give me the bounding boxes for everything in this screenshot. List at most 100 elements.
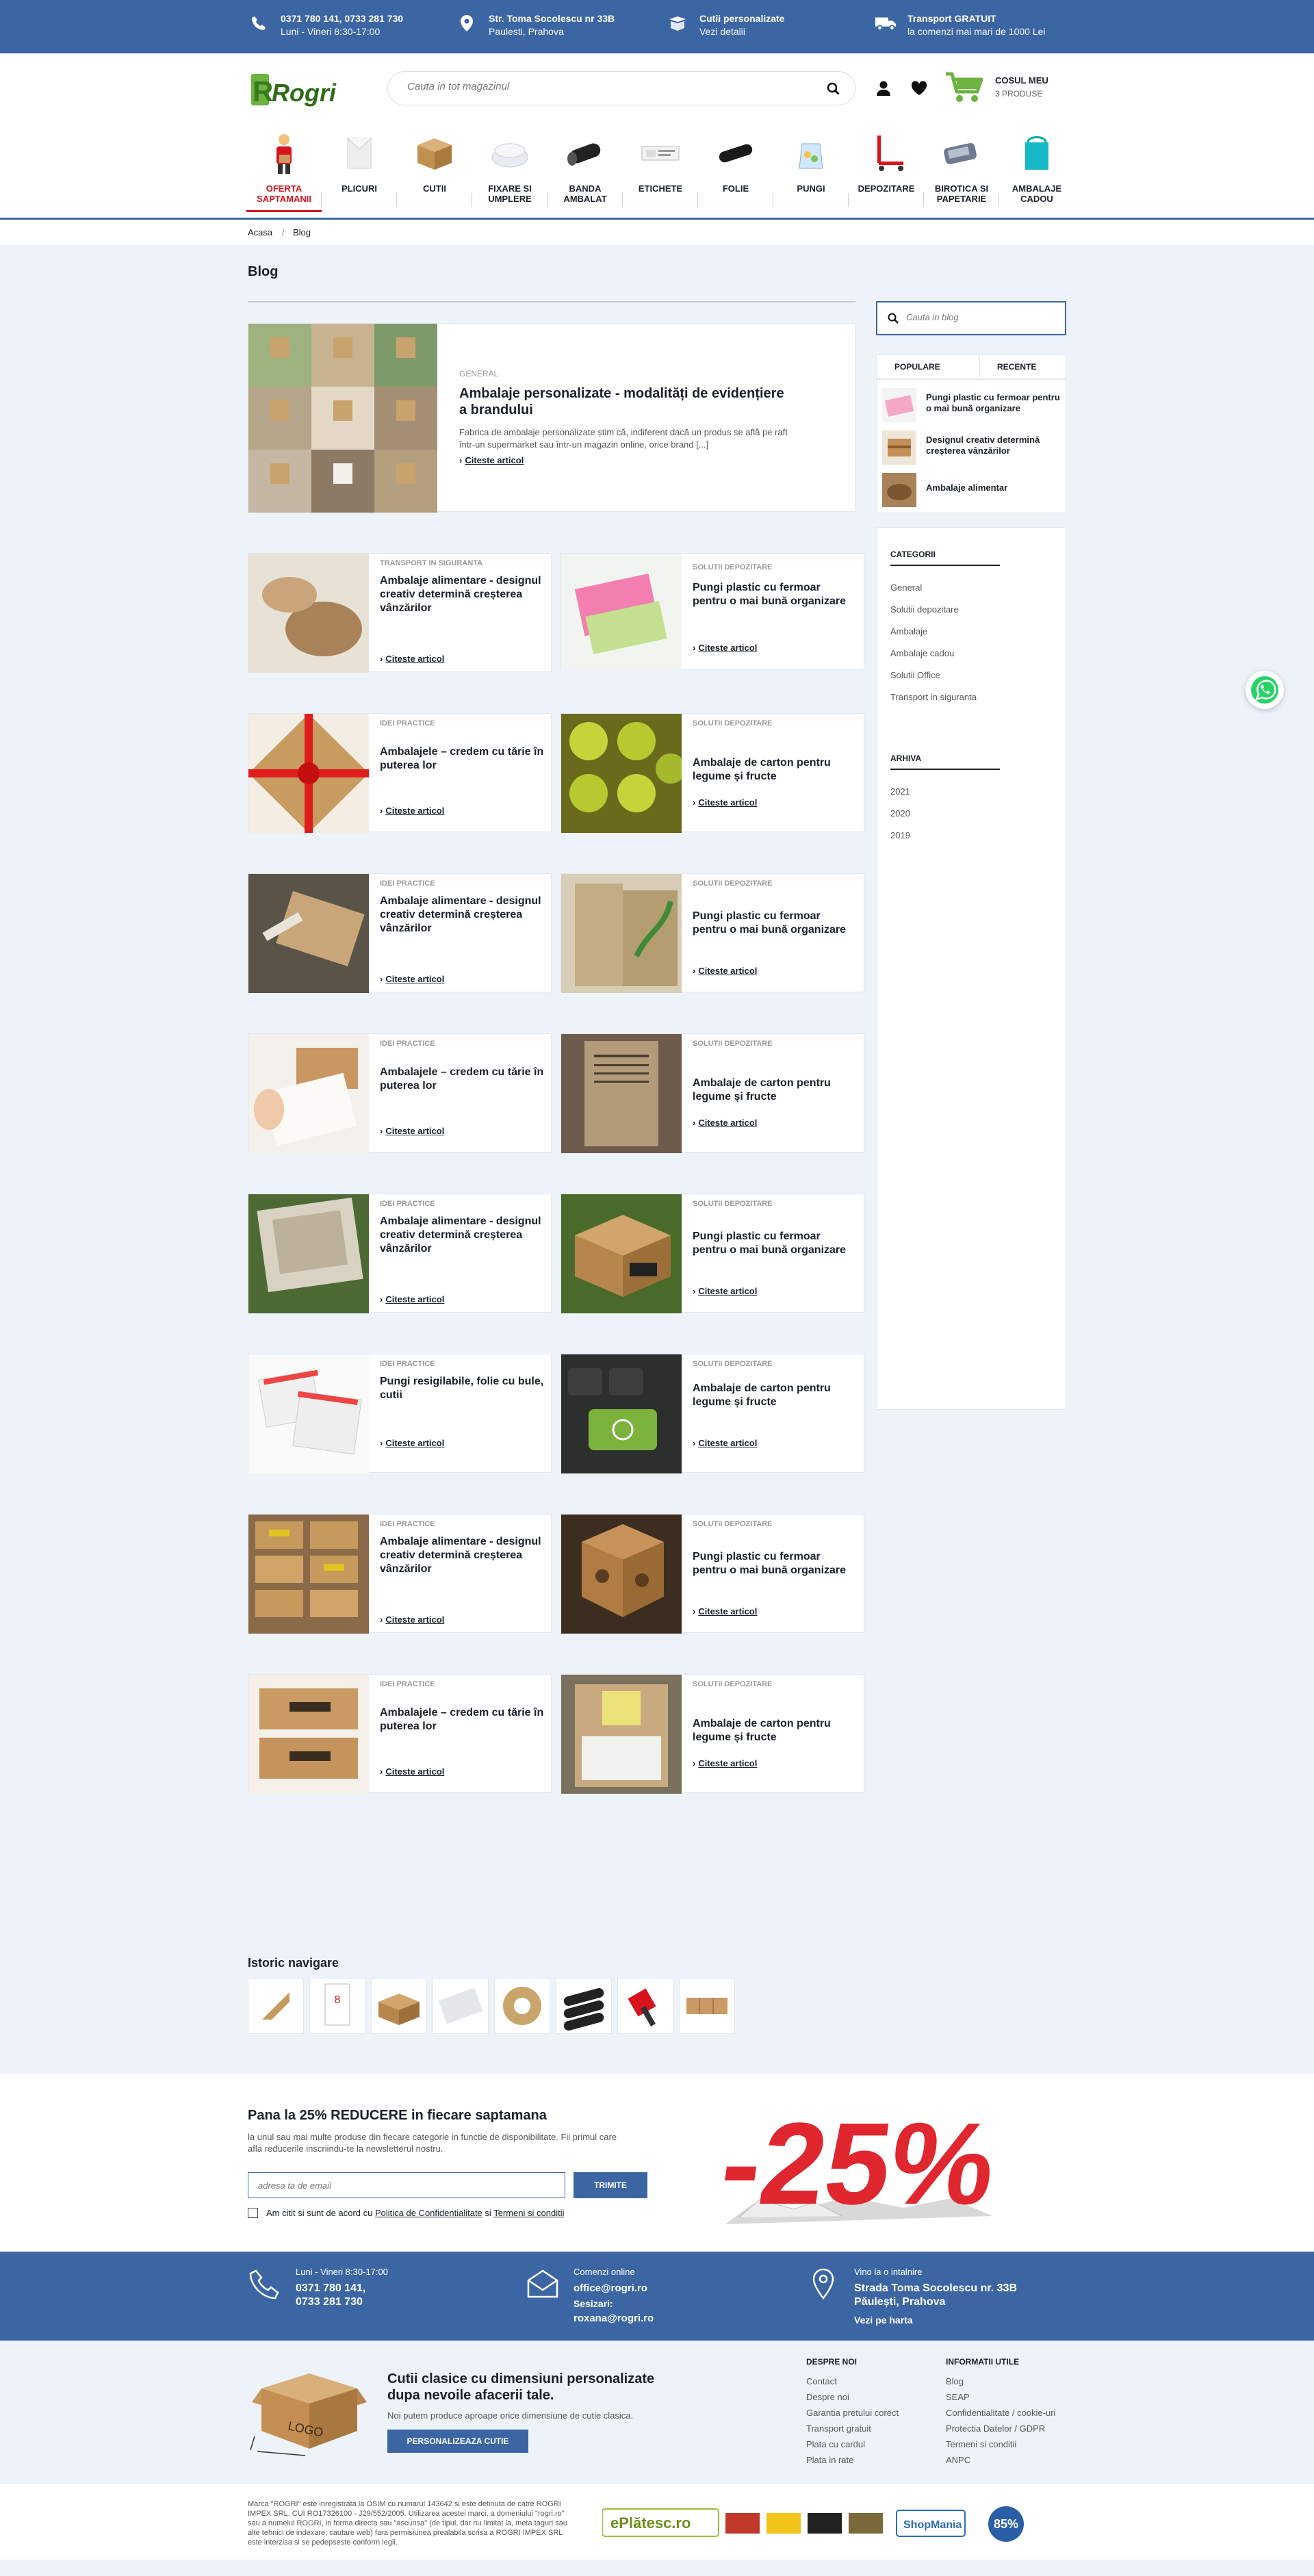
customize-box-button[interactable]: PERSONALIZEAZA CUTIE [387, 2430, 528, 2453]
category-cutii[interactable]: CUTII [397, 130, 472, 212]
category-ambalaje-cadou[interactable]: AMBALAJE CADOU [999, 130, 1074, 212]
read-more-link[interactable]: Citeste articol [693, 797, 757, 808]
article-title[interactable]: Pungi plastic cu fermoar pentru o mai bu… [693, 910, 857, 937]
article-title[interactable]: Ambalajele – credem cu tărie în puterea … [380, 1706, 544, 1734]
footer-link[interactable]: Confidentialitate / cookie-uri [946, 2405, 1055, 2421]
article-category[interactable]: SOLUTII DEPOZITARE [693, 879, 773, 888]
orders-email[interactable]: office@rogri.ro [574, 2282, 647, 2295]
search-input[interactable] [407, 81, 790, 92]
category-link[interactable]: Solutii depozitare [890, 604, 959, 615]
complaints-email[interactable]: roxana@rogri.ro [574, 2312, 654, 2326]
article-image[interactable] [561, 1515, 682, 1634]
read-more-link[interactable]: Citeste articol [693, 1118, 757, 1128]
article-image[interactable] [248, 1034, 369, 1153]
popular-post[interactable]: Designul creativ determină creșterea vân… [882, 429, 1061, 465]
terms-link[interactable]: Termeni si conditii [493, 2208, 564, 2218]
history-item[interactable] [371, 1978, 427, 2034]
article-card[interactable]: IDEI PRACTICE Pungi resigilabile, folie … [248, 1354, 552, 1473]
article-category[interactable]: IDEI PRACTICE [380, 719, 435, 727]
article-card[interactable]: IDEI PRACTICE Ambalajele – credem cu tăr… [248, 713, 552, 833]
contact-phone-1[interactable]: 0371 780 141, [296, 2282, 365, 2295]
article-category[interactable]: IDEI PRACTICE [380, 1360, 435, 1368]
footer-link[interactable]: Blog [946, 2373, 1055, 2389]
tab-recente[interactable]: RECENTE [997, 362, 1036, 372]
article-category[interactable]: TRANSPORT IN SIGURANTA [380, 559, 482, 567]
read-more-link[interactable]: Citeste articol [380, 1614, 444, 1625]
account-icon[interactable] [873, 78, 894, 99]
archive-link[interactable]: 2019 [890, 830, 910, 840]
popular-post[interactable]: Ambalaje alimentar [882, 472, 1061, 507]
breadcrumb-home[interactable]: Acasa [248, 227, 272, 237]
footer-link[interactable]: Plata in rate [806, 2452, 899, 2468]
history-item[interactable] [617, 1978, 673, 2034]
history-item[interactable] [494, 1978, 550, 2034]
footer-link[interactable]: Transport gratuit [806, 2421, 899, 2436]
article-title[interactable]: Ambalaje alimentare - designul creativ d… [380, 894, 544, 936]
article-title[interactable]: Pungi plastic cu fermoar pentru o mai bu… [693, 1230, 857, 1257]
wishlist-heart-icon[interactable] [909, 78, 929, 99]
article-category[interactable]: IDEI PRACTICE [380, 1200, 435, 1208]
read-more-link[interactable]: Citeste articol [380, 1294, 444, 1304]
article-category[interactable]: IDEI PRACTICE [380, 1520, 435, 1528]
read-more-link[interactable]: Citeste articol [693, 1758, 757, 1768]
category-fixare-si-umplere[interactable]: FIXARE SI UMPLERE [472, 130, 548, 212]
footer-link[interactable]: Despre noi [806, 2389, 899, 2405]
view-map-link[interactable]: Vezi pe harta [854, 2313, 913, 2327]
category-plicuri[interactable]: PLICURI [322, 130, 397, 212]
article-title[interactable]: Ambalaje de carton pentru legume și fruc… [693, 1717, 857, 1744]
archive-link[interactable]: 2021 [890, 786, 910, 797]
article-image[interactable] [561, 1354, 682, 1473]
read-more-link[interactable]: Citeste articol [693, 1606, 757, 1617]
article-card[interactable]: TRANSPORT IN SIGURANTA Ambalaje alimenta… [248, 553, 552, 673]
article-image[interactable] [561, 1675, 682, 1794]
read-more-link[interactable]: Citeste articol [693, 966, 757, 976]
category-link[interactable]: Ambalaje [890, 626, 927, 636]
article-image[interactable] [248, 1194, 369, 1313]
article-category[interactable]: IDEI PRACTICE [380, 1680, 435, 1688]
article-card[interactable]: SOLUTII DEPOZITARE Ambalaje de carton pe… [561, 1354, 864, 1473]
article-title[interactable]: Ambalaje de carton pentru legume și fruc… [693, 1382, 857, 1409]
article-title[interactable]: Ambalajele – credem cu tărie în puterea … [380, 1066, 544, 1093]
read-more-link[interactable]: Citeste articol [380, 1126, 444, 1136]
footer-link[interactable]: Plata cu cardul [806, 2436, 899, 2452]
article-category[interactable]: SOLUTII DEPOZITARE [693, 1040, 773, 1048]
featured-article-title[interactable]: Ambalaje personalizate - modalități de e… [459, 385, 788, 418]
footer-link[interactable]: Termeni si conditii [946, 2436, 1055, 2452]
category-depozitare[interactable]: DEPOZITARE [849, 130, 924, 212]
tab-populare[interactable]: POPULARE [894, 362, 940, 372]
article-category[interactable]: SOLUTII DEPOZITARE [693, 1520, 773, 1528]
article-image[interactable] [248, 1515, 369, 1634]
article-card[interactable]: IDEI PRACTICE Ambalaje alimentare - desi… [248, 1194, 552, 1313]
newsletter-submit-button[interactable]: TRIMITE [574, 2172, 647, 2198]
contact-phone-2[interactable]: 0733 281 730 [296, 2295, 363, 2309]
history-item[interactable] [433, 1978, 489, 2034]
category-link[interactable]: General [890, 582, 922, 593]
article-title[interactable]: Pungi plastic cu fermoar pentru o mai bu… [693, 1550, 857, 1577]
article-title[interactable]: Ambalaje de carton pentru legume și fruc… [693, 756, 857, 784]
whatsapp-button[interactable] [1246, 671, 1284, 709]
footer-link[interactable]: SEAP [946, 2389, 1055, 2405]
article-title[interactable]: Pungi resigilabile, folie cu bule, cutii [380, 1375, 544, 1402]
article-category[interactable]: IDEI PRACTICE [380, 879, 435, 888]
article-image[interactable] [248, 874, 369, 993]
category-pungi[interactable]: PUNGI [773, 130, 849, 212]
article-card[interactable]: IDEI PRACTICE Ambalajele – credem cu tăr… [248, 1033, 552, 1153]
article-image[interactable] [561, 1194, 682, 1313]
category-link[interactable]: Transport in siguranta [890, 692, 977, 702]
category-link[interactable]: Solutii Office [890, 670, 940, 680]
category-folie[interactable]: FOLIE [698, 130, 773, 212]
article-image[interactable] [561, 714, 686, 833]
read-more-link[interactable]: Citeste articol [380, 806, 444, 816]
article-card[interactable]: SOLUTII DEPOZITARE Pungi plastic cu ferm… [561, 1514, 864, 1634]
article-card[interactable]: SOLUTII DEPOZITARE Ambalaje de carton pe… [561, 1674, 864, 1794]
article-title[interactable]: Ambalaje alimentare - designul creativ d… [380, 574, 544, 615]
article-category[interactable]: SOLUTII DEPOZITARE [693, 719, 773, 727]
consent-checkbox[interactable] [248, 2208, 258, 2218]
article-card[interactable]: IDEI PRACTICE Ambalajele – credem cu tăr… [248, 1674, 552, 1794]
article-image[interactable] [248, 1354, 369, 1473]
article-title[interactable]: Ambalajele – credem cu tărie în puterea … [380, 745, 544, 773]
article-card[interactable]: SOLUTII DEPOZITARE Pungi plastic cu ferm… [561, 873, 864, 993]
footer-link[interactable]: Garantia pretului corect [806, 2405, 899, 2421]
article-image[interactable] [561, 874, 682, 993]
article-category[interactable]: IDEI PRACTICE [380, 1040, 435, 1048]
